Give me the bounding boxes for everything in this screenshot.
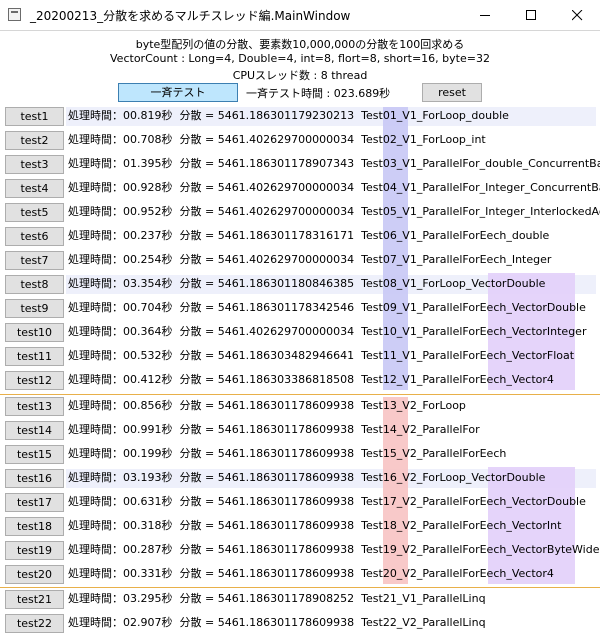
test-button-18[interactable]: test18 bbox=[5, 517, 64, 536]
test-result-1: 処理時間：00.819秒 分散 = 5461.186301179230213 T… bbox=[68, 109, 509, 122]
minimize-button[interactable] bbox=[462, 0, 508, 30]
test-button-1[interactable]: test1 bbox=[5, 107, 64, 126]
test-button-13[interactable]: test13 bbox=[5, 397, 64, 416]
title-bar[interactable]: _20200213_分散を求めるマルチスレッド編.MainWindow bbox=[0, 0, 600, 31]
test-button-2[interactable]: test2 bbox=[5, 131, 64, 150]
test-result-12: 処理時間：00.412秒 分散 = 5461.186303386818508 T… bbox=[68, 373, 554, 386]
test-button-4[interactable]: test4 bbox=[5, 179, 64, 198]
window-title: _20200213_分散を求めるマルチスレッド編.MainWindow bbox=[30, 9, 351, 23]
test-button-15[interactable]: test15 bbox=[5, 445, 64, 464]
test-button-19[interactable]: test19 bbox=[5, 541, 64, 560]
test-button-3[interactable]: test3 bbox=[5, 155, 64, 174]
test-result-19: 処理時間：00.287秒 分散 = 5461.186301178609938 T… bbox=[68, 543, 600, 556]
minimize-icon bbox=[480, 15, 490, 16]
test-button-20[interactable]: test20 bbox=[5, 565, 64, 584]
test-button-17[interactable]: test17 bbox=[5, 493, 64, 512]
test-button-11[interactable]: test11 bbox=[5, 347, 64, 366]
test-result-3: 処理時間：01.395秒 分散 = 5461.186301178907343 T… bbox=[68, 157, 600, 170]
test-button-21[interactable]: test21 bbox=[5, 590, 64, 609]
test-result-9: 処理時間：00.704秒 分散 = 5461.186301178342546 T… bbox=[68, 301, 586, 314]
maximize-icon bbox=[526, 10, 536, 20]
test-result-22: 処理時間：02.907秒 分散 = 5461.186301178609938 T… bbox=[68, 616, 486, 629]
test-result-6: 処理時間：00.237秒 分散 = 5461.186301178316171 T… bbox=[68, 229, 550, 242]
test-button-5[interactable]: test5 bbox=[5, 203, 64, 222]
test-button-14[interactable]: test14 bbox=[5, 421, 64, 440]
test-result-13: 処理時間：00.856秒 分散 = 5461.186301178609938 T… bbox=[68, 399, 466, 412]
test-button-9[interactable]: test9 bbox=[5, 299, 64, 318]
test-result-4: 処理時間：00.928秒 分散 = 5461.402629700000034 T… bbox=[68, 181, 600, 194]
test-result-14: 処理時間：00.991秒 分散 = 5461.186301178609938 T… bbox=[68, 423, 480, 436]
test-result-5: 処理時間：00.952秒 分散 = 5461.402629700000034 T… bbox=[68, 205, 600, 218]
test-result-17: 処理時間：00.631秒 分散 = 5461.186301178609938 T… bbox=[68, 495, 586, 508]
test-result-2: 処理時間：00.708秒 分散 = 5461.402629700000034 T… bbox=[68, 133, 486, 146]
test-button-8[interactable]: test8 bbox=[5, 275, 64, 294]
test-button-16[interactable]: test16 bbox=[5, 469, 64, 488]
test-result-20: 処理時間：00.331秒 分散 = 5461.186301178609938 T… bbox=[68, 567, 554, 580]
test-result-18: 処理時間：00.318秒 分散 = 5461.186301178609938 T… bbox=[68, 519, 562, 532]
maximize-button[interactable] bbox=[508, 0, 554, 30]
test-result-11: 処理時間：00.532秒 分散 = 5461.186303482946641 T… bbox=[68, 349, 575, 362]
description-line: byte型配列の値の分散、要素数10,000,000の分散を100回求める bbox=[135, 38, 465, 51]
test-button-6[interactable]: test6 bbox=[5, 227, 64, 246]
test-result-7: 処理時間：00.254秒 分散 = 5461.402629700000034 T… bbox=[68, 253, 552, 266]
group-separator bbox=[0, 394, 600, 395]
run-all-time: 一斉テスト時間 : 023.689秒 bbox=[246, 87, 391, 100]
close-icon bbox=[572, 10, 583, 21]
test-result-15: 処理時間：00.199秒 分散 = 5461.186301178609938 T… bbox=[68, 447, 507, 460]
test-button-12[interactable]: test12 bbox=[5, 371, 64, 390]
run-all-button[interactable]: 一斉テスト bbox=[118, 83, 238, 102]
test-button-7[interactable]: test7 bbox=[5, 251, 64, 270]
test-button-10[interactable]: test10 bbox=[5, 323, 64, 342]
test-result-16: 処理時間：03.193秒 分散 = 5461.186301178609938 T… bbox=[68, 471, 546, 484]
vector-count-line: VectorCount : Long=4, Double=4, int=8, f… bbox=[110, 52, 490, 65]
test-result-10: 処理時間：00.364秒 分散 = 5461.402629700000034 T… bbox=[68, 325, 587, 338]
test-button-22[interactable]: test22 bbox=[5, 614, 64, 633]
reset-button[interactable]: reset bbox=[422, 83, 482, 102]
app-icon[interactable] bbox=[8, 8, 21, 21]
test-result-8: 処理時間：03.354秒 分散 = 5461.186301180846385 T… bbox=[68, 277, 546, 290]
cpu-thread-line: CPUスレッド数 : 8 thread bbox=[232, 69, 368, 82]
group-separator bbox=[0, 587, 600, 588]
test-result-21: 処理時間：03.295秒 分散 = 5461.186301178908252 T… bbox=[68, 592, 486, 605]
close-button[interactable] bbox=[554, 0, 600, 30]
